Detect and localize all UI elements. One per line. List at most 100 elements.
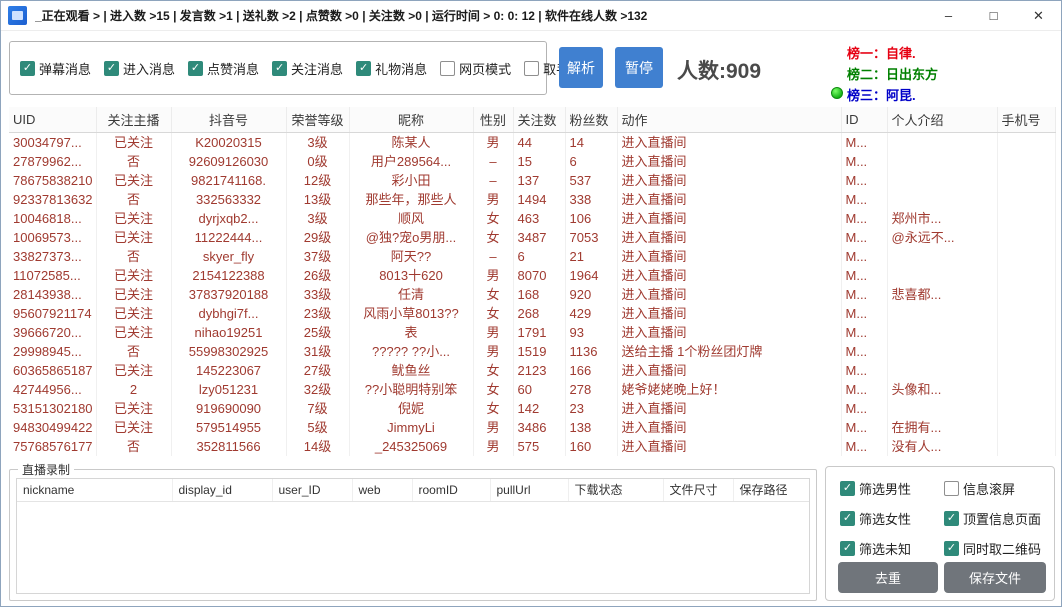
cell: 进入直播间 <box>617 209 841 228</box>
recording-column-header-7[interactable]: 文件尺寸 <box>663 479 733 501</box>
cell <box>997 209 1055 228</box>
filter-checkbox-2[interactable]: ✓筛选女性 <box>840 509 944 528</box>
table-row[interactable]: 42744956...2lzy05123132级??小聪明特别笨女60278姥爷… <box>9 380 1055 399</box>
cell: 44 <box>513 132 565 152</box>
recording-column-header-6[interactable]: 下载状态 <box>568 479 663 501</box>
table-row[interactable]: 28143938...已关注3783792018833级任清女168920进入直… <box>9 285 1055 304</box>
table-row[interactable]: 30034797...已关注K200203153级陈某人男4414进入直播间M.… <box>9 132 1055 152</box>
cell: 否 <box>96 152 171 171</box>
checkbox-checked-icon: ✓ <box>20 61 35 76</box>
recording-column-header-3[interactable]: web <box>352 479 412 501</box>
table-row[interactable]: 33827373...否skyer_fly37级阿天??–621进入直播间M..… <box>9 247 1055 266</box>
cell: 男 <box>473 266 513 285</box>
table-row[interactable]: 60365865187已关注14522306727级鱿鱼丝女2123166进入直… <box>9 361 1055 380</box>
table-row[interactable]: 78675838210已关注9821741168.12级彩小田–137537进入… <box>9 171 1055 190</box>
recording-column-header-1[interactable]: display_id <box>172 479 272 501</box>
message-filter-checkbox-5[interactable]: 网页模式 <box>440 59 511 78</box>
table-row[interactable]: 39666720...已关注nihao1925125级表男179193进入直播间… <box>9 323 1055 342</box>
save-file-button[interactable]: 保存文件 <box>944 562 1046 593</box>
table-row[interactable]: 10046818...已关注dyrjxqb2...3级顺风女463106进入直播… <box>9 209 1055 228</box>
column-header-0[interactable]: UID <box>9 107 96 132</box>
column-header-9[interactable]: ID <box>841 107 887 132</box>
recording-column-header-8[interactable]: 保存路径 <box>733 479 809 501</box>
filter-checkbox-0[interactable]: ✓筛选男性 <box>840 479 944 498</box>
checkbox-label: 顶置信息页面 <box>963 509 1041 528</box>
filter-checkbox-5[interactable]: ✓同时取二维码 <box>944 539 1050 558</box>
table-row[interactable]: 75768576177否35281156614级_245325069男57516… <box>9 437 1055 456</box>
table-row[interactable]: 29998945...否5599830292531级????? ??小...男1… <box>9 342 1055 361</box>
filter-checkbox-1[interactable]: 信息滚屏 <box>944 479 1050 498</box>
table-row[interactable]: 92337813632否33256333213级那些年，那些人男1494338进… <box>9 190 1055 209</box>
filter-checkbox-3[interactable]: ✓顶置信息页面 <box>944 509 1050 528</box>
cell: 已关注 <box>96 285 171 304</box>
column-header-6[interactable]: 关注数 <box>513 107 565 132</box>
cell: 陈某人 <box>349 132 473 152</box>
cell: 13级 <box>286 190 349 209</box>
recording-column-header-2[interactable]: user_ID <box>272 479 352 501</box>
message-filter-checkbox-1[interactable]: ✓进入消息 <box>104 59 175 78</box>
cell: 27级 <box>286 361 349 380</box>
cell: M... <box>841 361 887 380</box>
table-row[interactable]: 95607921174已关注dybhgi7f...23级风雨小草8013??女2… <box>9 304 1055 323</box>
cell: 头像和... <box>887 380 997 399</box>
cell: 145223067 <box>171 361 286 380</box>
recording-column-header-5[interactable]: pullUrl <box>490 479 568 501</box>
pause-button[interactable]: 暂停 <box>615 47 663 88</box>
column-header-4[interactable]: 昵称 <box>349 107 473 132</box>
message-filter-checkbox-2[interactable]: ✓点赞消息 <box>188 59 259 78</box>
column-header-7[interactable]: 粉丝数 <box>565 107 617 132</box>
checkbox-unchecked-icon <box>440 61 455 76</box>
cell: 332563332 <box>171 190 286 209</box>
recording-list: nicknamedisplay_iduser_IDwebroomIDpullUr… <box>16 478 810 594</box>
table-row[interactable]: 94830499422已关注5795149555级JimmyLi男3486138… <box>9 418 1055 437</box>
cell: 92609126030 <box>171 152 286 171</box>
column-header-1[interactable]: 关注主播 <box>96 107 171 132</box>
column-header-10[interactable]: 个人介绍 <box>887 107 997 132</box>
cell: 女 <box>473 304 513 323</box>
close-icon[interactable]: ✕ <box>1016 1 1061 30</box>
cell <box>997 266 1055 285</box>
cell: 进入直播间 <box>617 304 841 323</box>
filter-options-grid: ✓筛选男性信息滚屏✓筛选女性✓顶置信息页面✓筛选未知✓同时取二维码 <box>826 467 1054 558</box>
message-filter-checkbox-4[interactable]: ✓礼物消息 <box>356 59 427 78</box>
cell: 进入直播间 <box>617 228 841 247</box>
dedupe-button[interactable]: 去重 <box>838 562 938 593</box>
cell: 已关注 <box>96 418 171 437</box>
filter-checkbox-4[interactable]: ✓筛选未知 <box>840 539 944 558</box>
cell: 已关注 <box>96 266 171 285</box>
message-filter-checkbox-0[interactable]: ✓弹幕消息 <box>20 59 91 78</box>
cell: 37837920188 <box>171 285 286 304</box>
cell: 已关注 <box>96 361 171 380</box>
column-header-3[interactable]: 荣誉等级 <box>286 107 349 132</box>
cell: 42744956... <box>9 380 96 399</box>
cell <box>887 132 997 152</box>
cell: 93 <box>565 323 617 342</box>
recording-column-header-0[interactable]: nickname <box>17 479 172 501</box>
recording-column-header-4[interactable]: roomID <box>412 479 490 501</box>
checkbox-label: 点赞消息 <box>207 59 259 78</box>
cell: 579514955 <box>171 418 286 437</box>
maximize-icon[interactable]: □ <box>971 1 1016 30</box>
parse-button[interactable]: 解析 <box>559 47 603 88</box>
cell: 32级 <box>286 380 349 399</box>
cell: 鱿鱼丝 <box>349 361 473 380</box>
column-header-5[interactable]: 性别 <box>473 107 513 132</box>
table-row[interactable]: 27879962...否926091260300级用户289564...–156… <box>9 152 1055 171</box>
cell: 9821741168. <box>171 171 286 190</box>
cell <box>887 171 997 190</box>
column-header-8[interactable]: 动作 <box>617 107 841 132</box>
column-header-2[interactable]: 抖音号 <box>171 107 286 132</box>
checkbox-label: 礼物消息 <box>375 59 427 78</box>
cell: JimmyLi <box>349 418 473 437</box>
minimize-icon[interactable]: – <box>926 1 971 30</box>
cell: 1519 <box>513 342 565 361</box>
cell: 在拥有... <box>887 418 997 437</box>
column-header-11[interactable]: 手机号 <box>997 107 1055 132</box>
table-row[interactable]: 11072585...已关注215412238826级8013十620男8070… <box>9 266 1055 285</box>
viewer-table-body: 30034797...已关注K200203153级陈某人男4414进入直播间M.… <box>9 132 1055 456</box>
cell <box>997 323 1055 342</box>
message-filter-checkbox-3[interactable]: ✓关注消息 <box>272 59 343 78</box>
table-row[interactable]: 10069573...已关注11222444...29级@独?宠o男朋...女3… <box>9 228 1055 247</box>
table-row[interactable]: 53151302180已关注9196900907级倪妮女14223进入直播间M.… <box>9 399 1055 418</box>
cell: 160 <box>565 437 617 456</box>
